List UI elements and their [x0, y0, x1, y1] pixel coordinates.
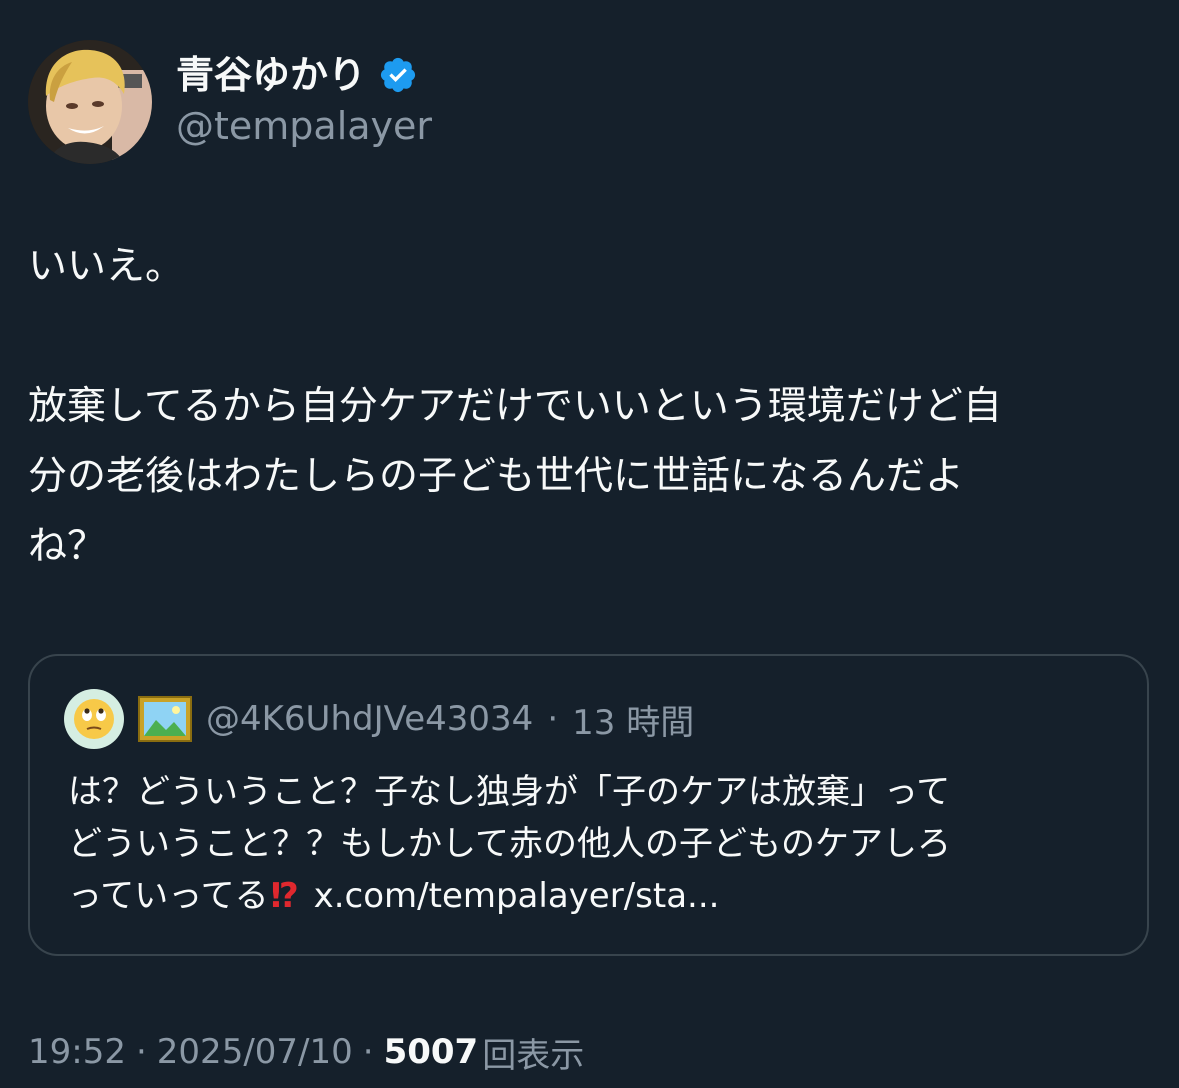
tweet-body-line: 分の老後はわたしらの子ども世代に世話になるんだよ	[28, 454, 965, 499]
quoted-text-line: っていってる⁉ x.com/tempalayer/sta...	[68, 870, 1128, 922]
quoted-text-fragment: っていってる	[68, 876, 269, 916]
quoted-text-line: どういうこと？？もしかして赤の他人の子どものケアしろ	[68, 824, 951, 864]
tweet-body-line: いいえ。	[28, 244, 185, 289]
author-display-name[interactable]: 青谷ゆかり	[176, 48, 366, 102]
author-avatar[interactable]	[28, 40, 152, 164]
tweet-body-line: 放棄してるから自分ケアだけでいいという環境だけど自	[28, 384, 1002, 429]
quoted-author-handle[interactable]: @4K6UhdJVe43034	[206, 699, 533, 739]
quoted-tweet-card[interactable]: @4K6UhdJVe43034 · 13 時間 は？どういうこと？子なし独身が「…	[28, 654, 1149, 956]
verified-badge-icon[interactable]	[378, 55, 418, 95]
quoted-text-line: は？どういうこと？子なし独身が「子のケアは放棄」って	[68, 772, 951, 812]
quoted-tweet-header: @4K6UhdJVe43034 · 13 時間	[64, 688, 694, 750]
meta-separator: ·	[135, 1032, 147, 1072]
quoted-tweet-text: は？どういうこと？子なし独身が「子のケアは放棄」って どういうこと？？もしかして…	[68, 766, 1128, 922]
tweet-date[interactable]: 2025/07/10	[157, 1032, 353, 1072]
quoted-separator: ·	[547, 699, 559, 739]
tweet-body-line: ね？	[28, 524, 107, 569]
quoted-author-avatar[interactable]	[64, 689, 124, 749]
quoted-timestamp[interactable]: 13 時間	[572, 695, 694, 744]
meta-separator: ·	[362, 1032, 374, 1072]
author-name-row: 青谷ゆかり	[176, 48, 418, 102]
tweet-detail: 青谷ゆかり @tempalayer いいえ。 放棄してるから自分ケアだけでいいと…	[0, 0, 1179, 1088]
views-label: 回表示	[482, 1035, 585, 1076]
rolling-eyes-emoji-icon	[74, 699, 114, 739]
author-handle[interactable]: @tempalayer	[176, 102, 432, 150]
tweet-meta: 19:52 · 2025/07/10 · 5007 回表示	[28, 1024, 584, 1080]
framed-picture-icon	[138, 696, 192, 742]
interrobang-icon: ⁉	[270, 876, 299, 916]
tweet-time[interactable]: 19:52	[28, 1032, 126, 1072]
quoted-tweet-link[interactable]: x.com/tempalayer/sta...	[314, 876, 720, 916]
views-count[interactable]: 5007	[384, 1032, 479, 1072]
tweet-body: いいえ。 放棄してるから自分ケアだけでいいという環境だけど自 分の老後はわたしら…	[28, 232, 1153, 582]
avatar-photo-icon	[28, 40, 152, 164]
